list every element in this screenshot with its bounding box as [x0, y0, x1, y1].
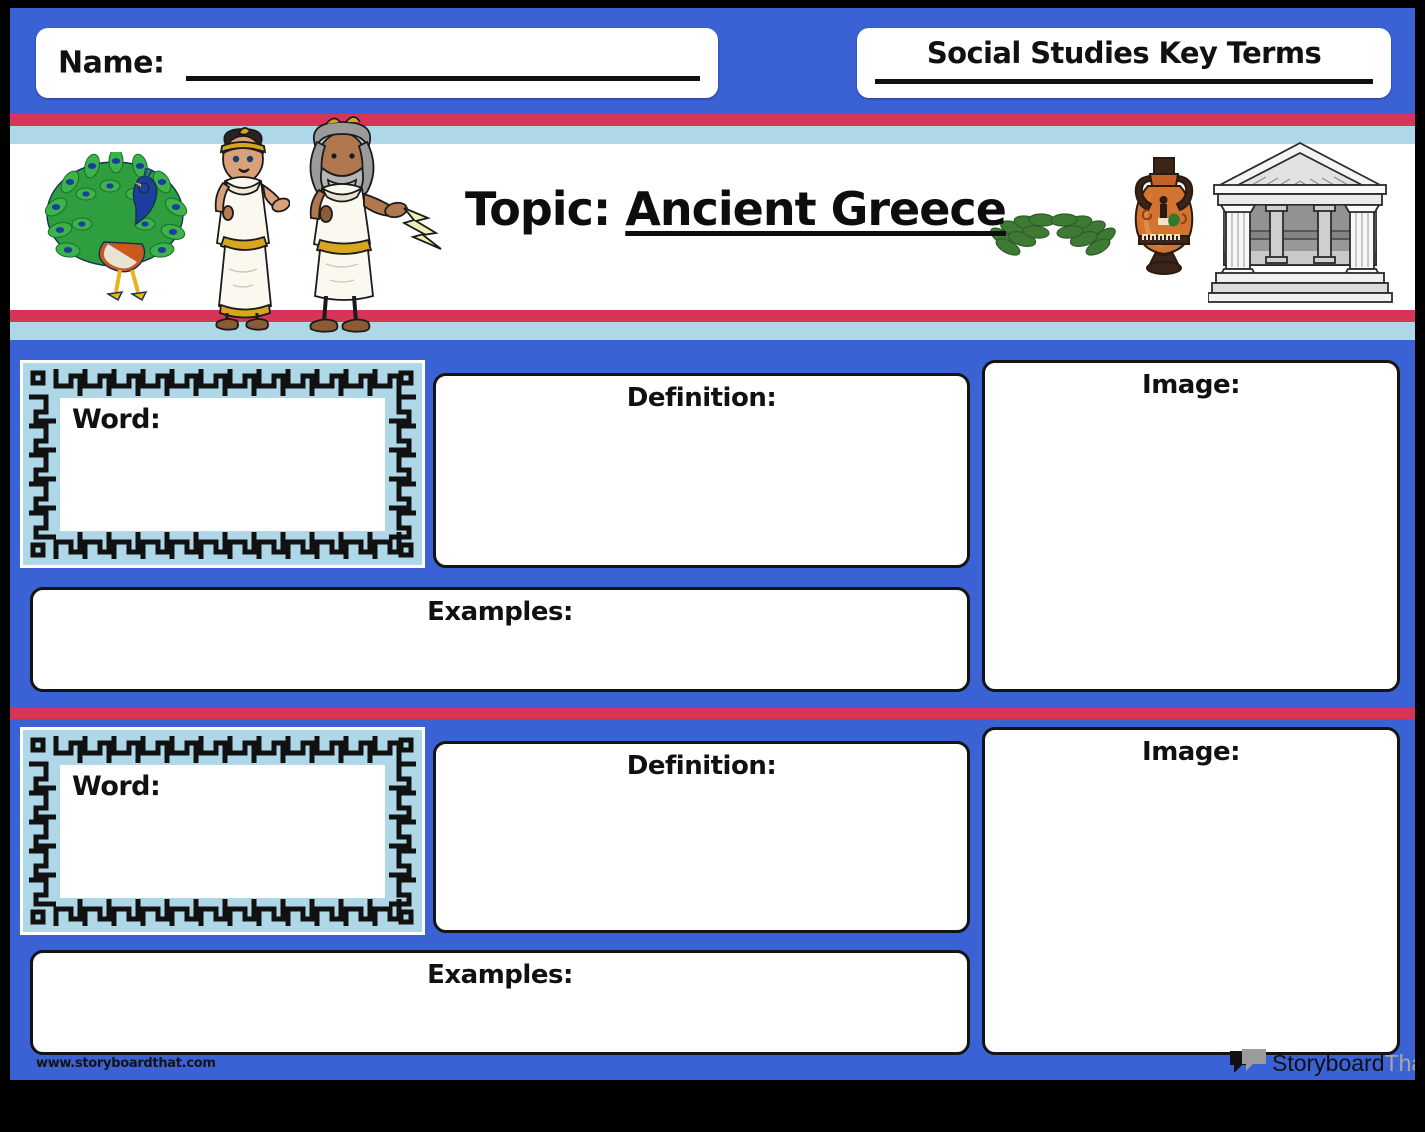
- logo-wordmark: StoryboardThat: [1272, 1050, 1415, 1077]
- greek-god-zeus-lightning-icon: [309, 116, 442, 333]
- word-label-2: Word:: [72, 771, 161, 802]
- peacock-icon: [44, 152, 188, 301]
- image-box-1[interactable]: Image:: [982, 360, 1400, 692]
- image-label-1: Image:: [1142, 370, 1240, 400]
- website-url[interactable]: www.storyboardthat.com: [36, 1056, 216, 1071]
- word-label-1: Word:: [72, 404, 161, 435]
- topic-heading: Topic: Ancient Greece: [465, 182, 1007, 236]
- worksheet-sheet: Name: Social Studies Key Terms Topic: An…: [10, 8, 1415, 1080]
- name-label: Name:: [58, 45, 165, 81]
- logo-secondary-text: That: [1384, 1050, 1415, 1076]
- storyboardthat-logo[interactable]: StoryboardThat: [1228, 1048, 1415, 1080]
- name-write-line[interactable]: [186, 76, 700, 81]
- title-underline: [875, 79, 1373, 84]
- greek-woman-hera-icon: [214, 127, 290, 331]
- word-box-1[interactable]: Word:: [20, 360, 425, 568]
- worksheet-title-box: Social Studies Key Terms: [857, 28, 1391, 98]
- topic-value[interactable]: Ancient Greece: [625, 182, 1007, 236]
- image-label-2: Image:: [1142, 737, 1240, 767]
- logo-primary-text: Storyboard: [1272, 1050, 1385, 1076]
- greek-amphora-vase-icon: [1134, 157, 1194, 275]
- definition-box-1[interactable]: Definition:: [433, 373, 970, 568]
- speech-bubble-icon: [1230, 1049, 1266, 1073]
- examples-label-2: Examples:: [427, 960, 573, 990]
- greek-temple-icon: [1208, 141, 1393, 303]
- worksheet-page: Name: Social Studies Key Terms Topic: An…: [0, 0, 1425, 1132]
- definition-box-2[interactable]: Definition:: [433, 741, 970, 933]
- page-title: Social Studies Key Terms: [926, 36, 1322, 70]
- definition-label-1: Definition:: [626, 383, 777, 413]
- laurel-wreath-icon: [990, 213, 1116, 256]
- topic-banner: Topic: Ancient Greece: [10, 114, 1415, 340]
- name-field-box[interactable]: Name:: [36, 28, 718, 98]
- footer: www.storyboardthat.com StoryboardThat: [10, 1048, 1415, 1080]
- vocabulary-entry-1: Word: Definition: Examples: Image:: [10, 340, 1415, 708]
- word-box-2[interactable]: Word:: [20, 727, 425, 935]
- topic-label: Topic:: [465, 182, 611, 236]
- header-row: Name: Social Studies Key Terms: [10, 8, 1415, 114]
- examples-box-1[interactable]: Examples:: [30, 587, 970, 692]
- definition-label-2: Definition:: [626, 751, 777, 781]
- section-divider: [10, 708, 1415, 719]
- word-write-area-1[interactable]: Word:: [60, 398, 385, 531]
- examples-box-2[interactable]: Examples:: [30, 950, 970, 1055]
- vocabulary-entry-2: Word: Definition: Examples: Image:: [10, 719, 1415, 1080]
- entries-area: Word: Definition: Examples: Image: Word:…: [10, 340, 1415, 1080]
- image-box-2[interactable]: Image:: [982, 727, 1400, 1055]
- examples-label-1: Examples:: [427, 597, 573, 627]
- word-write-area-2[interactable]: Word:: [60, 765, 385, 898]
